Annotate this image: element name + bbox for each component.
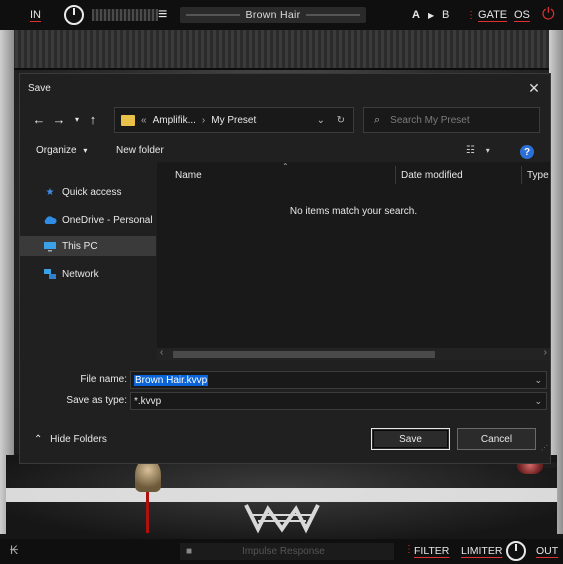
column-divider[interactable]	[521, 166, 522, 184]
search-icon: ⌕	[374, 113, 381, 126]
resize-grip-icon[interactable]: ⋰	[541, 444, 548, 452]
organize-label: Organize	[36, 145, 77, 156]
amp-grille	[6, 30, 557, 70]
nav-item-network[interactable]: Network	[20, 264, 156, 284]
address-bar[interactable]: « Amplifik... › My Preset ⌄ ↻	[114, 107, 354, 133]
scrollbar-thumb[interactable]	[173, 351, 435, 358]
gate-indicator-icon: ⋮	[466, 9, 476, 21]
dialog-footer: ⌃ Hide Folders Save Cancel ⋰	[20, 426, 550, 454]
search-input[interactable]: ⌕ Search My Preset	[363, 107, 540, 133]
close-icon[interactable]: ✕	[522, 76, 546, 100]
horizontal-scrollbar[interactable]: ‹ ›	[157, 347, 550, 360]
column-header-type[interactable]: Type	[527, 170, 549, 181]
star-icon: ★	[45, 186, 55, 198]
sort-ascending-icon: ⌃	[282, 162, 289, 171]
brand-logo-icon	[244, 497, 320, 537]
output-label: OUT	[536, 545, 559, 557]
new-folder-button[interactable]: New folder	[116, 145, 164, 156]
forward-arrow-icon[interactable]: →	[50, 110, 68, 128]
address-separator: ›	[201, 114, 206, 126]
limiter-button[interactable]: LIMITER	[461, 545, 502, 557]
folder-icon	[121, 114, 135, 126]
organize-button[interactable]: Organize ▾	[36, 145, 87, 156]
os-button[interactable]: OS	[514, 0, 530, 30]
save-type-label: Save as type:	[66, 395, 127, 406]
file-name-row: File name: Brown Hair.kvvp ⌄	[20, 370, 550, 390]
chevron-down-icon[interactable]: ⌄	[534, 375, 542, 386]
file-name-input[interactable]: Brown Hair.kvvp ⌄	[130, 371, 547, 389]
hide-folders-button[interactable]: ⌃ Hide Folders	[34, 434, 107, 445]
cloud-icon	[42, 215, 58, 225]
ab-copy-arrow-icon[interactable]: ▶	[428, 0, 434, 30]
column-header-date-modified[interactable]: Date modified	[401, 170, 463, 181]
bottom-toolbar: ₭ ■ Impulse Response ⋮ FILTER LIMITER OU…	[0, 539, 563, 564]
column-divider[interactable]	[395, 166, 396, 184]
plugin-window: IN ≡ Brown Hair A ▶ B ⋮ GATE OS ⏻ ₭ ■ Im…	[0, 0, 563, 564]
input-label: IN	[30, 9, 41, 21]
ab-b-button[interactable]: B	[442, 0, 449, 30]
monitor-icon	[42, 241, 58, 252]
nav-item-label: OneDrive - Personal	[62, 214, 153, 226]
ab-a-button[interactable]: A	[412, 0, 420, 30]
chevron-down-icon: ▾	[83, 146, 88, 155]
output-gain-knob[interactable]	[506, 541, 526, 561]
top-toolbar: IN ≡ Brown Hair A ▶ B ⋮ GATE OS ⏻	[0, 0, 563, 30]
help-icon[interactable]: ?	[520, 145, 534, 159]
network-icon	[42, 268, 58, 280]
power-icon[interactable]: ⏻	[542, 0, 555, 30]
chevron-down-icon[interactable]: ⌄	[534, 396, 542, 407]
nav-item-label: This PC	[62, 240, 98, 252]
nav-item-label: Network	[62, 268, 99, 280]
nav-item-onedrive[interactable]: OneDrive - Personal	[20, 210, 156, 230]
preset-selector[interactable]: Brown Hair	[180, 0, 366, 30]
file-name-value: Brown Hair.kvvp	[134, 374, 209, 386]
save-button[interactable]: Save	[371, 428, 450, 450]
address-dropdown-icon[interactable]: ⌄	[317, 115, 325, 126]
filter-indicator-icon: ⋮	[404, 544, 414, 555]
input-gain-knob[interactable]	[64, 0, 84, 30]
input-meter	[92, 0, 158, 30]
nav-item-quick-access[interactable]: ★ Quick access	[20, 182, 156, 202]
dialog-title: Save	[28, 82, 51, 94]
file-list[interactable]: ⌃ Name Date modified Type No items match…	[157, 162, 550, 360]
scroll-right-icon[interactable]: ›	[544, 347, 547, 358]
navigation-pane: ★ Quick access OneDrive - Personal This …	[20, 170, 156, 350]
navigation-bar: ← → ▾ ↑ « Amplifik... › My Preset ⌄ ↻ ⌕ …	[20, 105, 550, 135]
hide-folders-label: Hide Folders	[50, 434, 107, 445]
preset-name: Brown Hair	[239, 9, 307, 21]
up-arrow-icon[interactable]: ↑	[84, 110, 102, 128]
brand-mark-icon: ₭	[10, 543, 19, 557]
chevron-up-icon: ⌃	[34, 434, 43, 445]
cancel-button[interactable]: Cancel	[457, 428, 536, 450]
nav-item-label: Quick access	[62, 186, 122, 198]
save-dialog: Save ✕ ← → ▾ ↑ « Amplifik... › My Preset…	[19, 73, 551, 464]
address-segment[interactable]: Amplifik...	[153, 115, 196, 126]
address-segment[interactable]: My Preset	[211, 115, 256, 126]
column-header-name[interactable]: Name	[175, 170, 202, 181]
address-overflow[interactable]: «	[141, 115, 147, 126]
save-type-value: *.kvvp	[134, 395, 162, 407]
ir-label: Impulse Response	[242, 546, 325, 557]
folder-icon: ■	[186, 546, 193, 557]
filter-button[interactable]: FILTER	[414, 545, 449, 557]
search-placeholder: Search My Preset	[390, 114, 470, 126]
back-arrow-icon[interactable]: ←	[30, 110, 48, 128]
file-name-label: File name:	[80, 374, 127, 385]
refresh-icon[interactable]: ↻	[337, 115, 345, 126]
save-type-row: Save as type: *.kvvp ⌄	[20, 391, 550, 411]
save-type-select[interactable]: *.kvvp ⌄	[130, 392, 547, 410]
nav-item-this-pc[interactable]: This PC	[20, 236, 156, 256]
empty-message: No items match your search.	[289, 206, 418, 217]
view-options-icon[interactable]: ☷ ▾	[466, 145, 490, 156]
scroll-left-icon[interactable]: ‹	[160, 347, 163, 358]
menu-icon[interactable]: ≡	[158, 0, 167, 30]
impulse-response-selector[interactable]: ■ Impulse Response	[180, 543, 394, 560]
gate-button[interactable]: GATE	[478, 0, 507, 30]
